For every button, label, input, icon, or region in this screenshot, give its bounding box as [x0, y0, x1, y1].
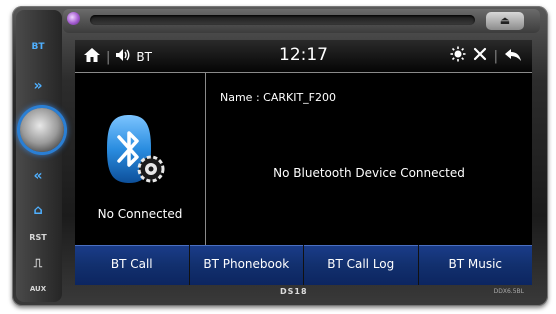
connection-panel: No Connected: [75, 73, 205, 245]
disc-slot: [90, 15, 475, 25]
brand-logo: DS18: [280, 287, 308, 296]
display-screen: | BT 12:17 | No Connected Name: CARKIT_…: [75, 40, 532, 285]
next-button[interactable]: »: [26, 78, 50, 94]
device-name-label: Name : CARKIT_F200: [220, 91, 336, 104]
model-label: DDX6.5BL: [493, 288, 524, 295]
brightness-icon[interactable]: [450, 46, 466, 66]
usb-port-icon: ⎍: [33, 256, 43, 270]
prev-button[interactable]: «: [26, 168, 50, 184]
home-hard-button[interactable]: ⌂: [26, 203, 50, 218]
eject-button[interactable]: ⏏: [486, 12, 524, 30]
settings-icon[interactable]: [472, 46, 488, 66]
volume-knob[interactable]: [20, 108, 64, 152]
bottom-tab-bar: BT Call BT Phonebook BT Call Log BT Musi…: [75, 245, 532, 285]
reset-button[interactable]: RST: [26, 233, 50, 242]
status-message: No Bluetooth Device Connected: [273, 166, 465, 180]
power-led-icon[interactable]: [67, 12, 80, 25]
panel-divider: [205, 73, 206, 245]
bt-button[interactable]: BT: [26, 42, 50, 52]
back-icon[interactable]: [504, 47, 522, 66]
aux-port: AUX: [29, 285, 47, 293]
bluetooth-settings-icon[interactable]: [105, 113, 169, 189]
status-bar: | BT 12:17 |: [75, 40, 532, 72]
connection-status: No Connected: [97, 207, 183, 221]
tab-bt-call[interactable]: BT Call: [75, 245, 190, 285]
tab-bt-music[interactable]: BT Music: [418, 245, 532, 285]
tab-bt-call-log[interactable]: BT Call Log: [304, 245, 419, 285]
tab-bt-phonebook[interactable]: BT Phonebook: [189, 245, 304, 285]
bezel-footer: DS18 DDX6.5BL: [75, 287, 532, 301]
